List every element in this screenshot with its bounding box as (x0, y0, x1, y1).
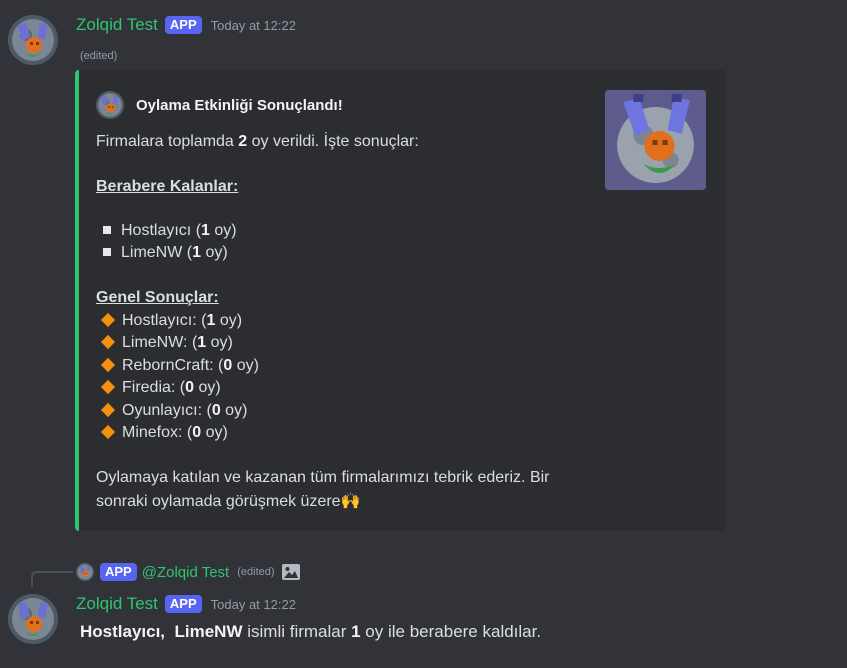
message-content: Hostlayıcı, LimeNW isimli firmalar 1 oy … (80, 622, 541, 642)
tie-item-votes: 1 (192, 244, 202, 261)
avatar[interactable] (8, 15, 58, 65)
embed-thumbnail[interactable] (605, 90, 706, 190)
embed-accent-bar (75, 70, 79, 531)
message-header: Zolqid Test APP Today at 12:22 (76, 15, 296, 35)
reply-connector (31, 571, 73, 587)
tie-item-name: Hostlayıcı ( (121, 222, 202, 239)
general-item-name: LimeNW: ( (122, 334, 198, 351)
general-item-suffix: oy) (220, 402, 248, 419)
edited-label: (edited) (80, 50, 118, 62)
intro-total: 2 (238, 133, 248, 150)
orange-diamond-icon (100, 357, 116, 372)
avatar[interactable] (8, 594, 58, 644)
image-icon (281, 563, 301, 581)
general-item-votes: 0 (185, 379, 195, 396)
orange-diamond-icon (100, 334, 116, 349)
tie-item-suffix: oy) (209, 222, 237, 239)
general-item: RebornCraft: (0 oy) (96, 357, 259, 375)
raised-hands-icon: 🙌 (340, 493, 361, 510)
reply-app-badge: APP (100, 563, 137, 581)
general-heading: Genel Sonuçlar: (96, 289, 219, 306)
tie-heading: Berabere Kalanlar: (96, 178, 239, 195)
general-item-name: Firedia: ( (122, 379, 186, 396)
general-item: Minefox: (0 oy) (96, 424, 228, 442)
embed-intro: Firmalara toplamda 2 oy verildi. İşte so… (96, 133, 419, 151)
tie-item-name: LimeNW ( (121, 244, 193, 261)
embed-author-icon (96, 91, 124, 119)
square-bullet-icon (103, 248, 111, 257)
reply-context[interactable]: APP @Zolqid Test (edited) (76, 563, 301, 581)
general-item-suffix: oy) (194, 379, 221, 396)
timestamp[interactable]: Today at 12:22 (211, 597, 296, 612)
message-text-mid: isimli firmalar (242, 622, 352, 641)
vote-count: 1 (351, 622, 361, 641)
reply-mention[interactable]: @Zolqid Test (142, 564, 230, 581)
tie-item-suffix: oy) (201, 244, 228, 261)
general-item-name: Oyunlayıcı: ( (122, 402, 212, 419)
orange-diamond-icon (100, 424, 116, 439)
embed-author: Oylama Etkinliği Sonuçlandı! (96, 91, 343, 119)
general-item-name: Minefox: ( (122, 424, 193, 441)
timestamp[interactable]: Today at 12:22 (211, 18, 296, 33)
general-item-suffix: oy) (215, 312, 243, 329)
general-item-votes: 0 (211, 402, 221, 419)
app-badge: APP (164, 16, 202, 34)
tie-item: LimeNW (1 oy) (96, 244, 228, 262)
message-header: Zolqid Test APP Today at 12:22 (76, 594, 296, 614)
general-item-votes: 0 (192, 424, 202, 441)
username[interactable]: Zolqid Test (76, 15, 158, 35)
general-item: Oyunlayıcı: (0 oy) (96, 402, 247, 420)
embed: Oylama Etkinliği Sonuçlandı! Firmalara t… (75, 70, 726, 531)
general-item-suffix: oy) (232, 357, 259, 374)
intro-post: oy verildi. İşte sonuçlar: (247, 133, 419, 150)
tie-item: Hostlayıcı (1 oy) (96, 222, 237, 240)
firm-name-1: Hostlayıcı, (80, 622, 166, 641)
embed-footer-line1: Oylamaya katılan ve kazanan tüm firmalar… (96, 469, 550, 486)
orange-diamond-icon (100, 312, 116, 327)
message-text-end: oy ile berabere kaldılar. (360, 622, 542, 641)
general-item-votes: 1 (197, 334, 207, 351)
general-item-suffix: oy) (201, 424, 228, 441)
intro-pre: Firmalara toplamda (96, 133, 239, 150)
general-item-name: Hostlayıcı: ( (122, 312, 207, 329)
firm-name-2: LimeNW (174, 622, 243, 641)
tie-item-votes: 1 (201, 222, 210, 239)
embed-author-name: Oylama Etkinliği Sonuçlandı! (136, 96, 343, 114)
embed-footer-line2: sonraki oylamada görüşmek üzere🙌 (96, 491, 360, 511)
square-bullet-icon (103, 226, 111, 235)
general-item: Firedia: (0 oy) (96, 379, 221, 397)
username[interactable]: Zolqid Test (76, 594, 158, 614)
orange-diamond-icon (100, 379, 116, 394)
app-badge: APP (164, 595, 202, 613)
general-item: Hostlayıcı: (1 oy) (96, 312, 242, 330)
general-item-name: RebornCraft: ( (122, 357, 224, 374)
footer-text: sonraki oylamada görüşmek üzere (96, 493, 341, 510)
reply-edited-label: (edited) (237, 566, 275, 578)
general-item-votes: 0 (223, 357, 233, 374)
reply-avatar (76, 563, 94, 581)
general-item-suffix: oy) (206, 334, 233, 351)
orange-diamond-icon (100, 402, 116, 417)
general-item: LimeNW: (1 oy) (96, 334, 233, 352)
